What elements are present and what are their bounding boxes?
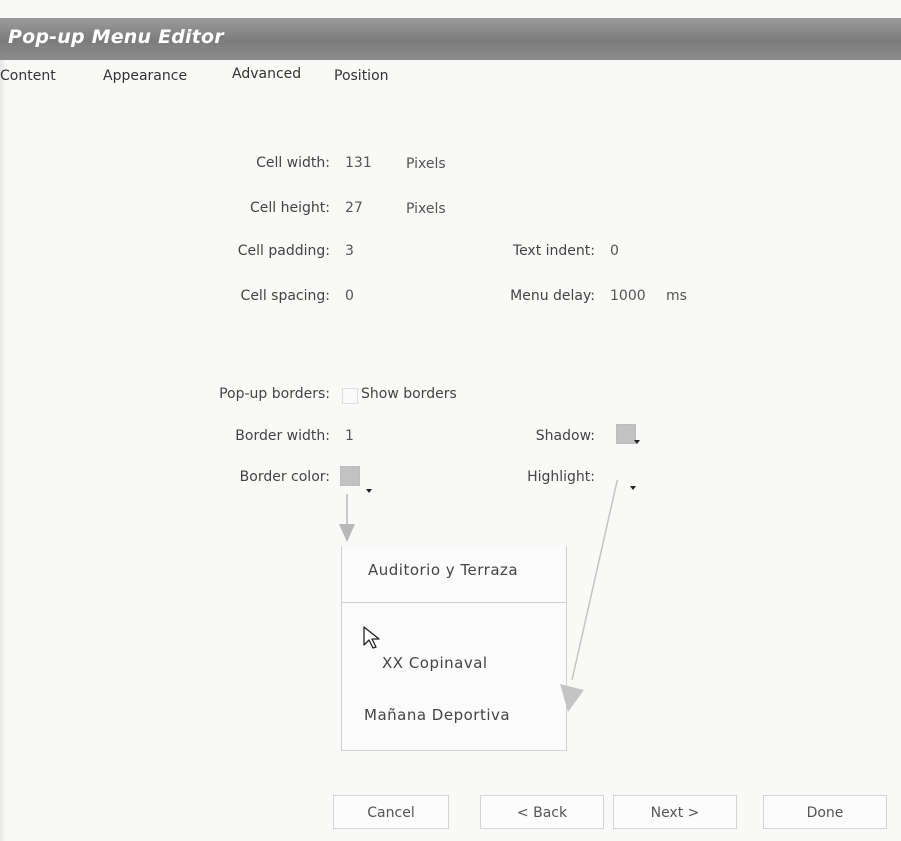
tab-content[interactable]: Content — [0, 68, 56, 84]
menu-delay-field[interactable]: 1000 — [610, 288, 646, 304]
show-borders-checkbox[interactable] — [342, 388, 358, 404]
cell-height-field[interactable]: 27 — [345, 200, 363, 216]
text-indent-label: Text indent: — [512, 243, 595, 259]
cell-width-field[interactable]: 131 — [345, 155, 372, 171]
title-bar: Pop-up Menu Editor — [0, 18, 901, 60]
cell-spacing-label: Cell spacing: — [240, 288, 330, 304]
shadow-dropdown-icon[interactable] — [634, 440, 640, 444]
cell-width-unit[interactable]: Pixels — [406, 156, 446, 172]
cell-width-label: Cell width: — [256, 155, 330, 171]
shadow-color-swatch[interactable] — [616, 424, 636, 444]
show-borders-label[interactable]: Show borders — [361, 386, 457, 402]
text-indent-field[interactable]: 0 — [610, 243, 619, 259]
menu-delay-label: Menu delay: — [510, 288, 595, 304]
shadow-arrow — [560, 480, 619, 712]
annotation-arrows — [339, 480, 619, 712]
border-width-field[interactable]: 1 — [345, 428, 354, 444]
menu-delay-unit: ms — [666, 288, 687, 304]
tab-position[interactable]: Position — [334, 68, 389, 84]
shadow-label: Shadow: — [535, 428, 595, 444]
cancel-button[interactable]: Cancel — [333, 795, 449, 829]
border-width-label: Border width: — [235, 428, 330, 444]
cell-height-label: Cell height: — [250, 200, 330, 216]
next-button[interactable]: Next > — [613, 795, 737, 829]
cell-padding-field[interactable]: 3 — [345, 243, 354, 259]
done-button[interactable]: Done — [763, 795, 887, 829]
cell-spacing-field[interactable]: 0 — [345, 288, 354, 304]
tab-appearance[interactable]: Appearance — [103, 68, 187, 84]
window-title: Pop-up Menu Editor — [8, 26, 224, 48]
border-color-arrow — [339, 494, 355, 542]
popup-borders-label: Pop-up borders: — [219, 386, 330, 402]
cell-padding-label: Cell padding: — [237, 243, 330, 259]
back-button[interactable]: < Back — [480, 795, 604, 829]
border-color-label: Border color: — [239, 469, 330, 485]
cell-height-unit[interactable]: Pixels — [406, 201, 446, 217]
tab-advanced[interactable]: Advanced — [232, 66, 301, 82]
window-left-edge — [0, 60, 6, 841]
